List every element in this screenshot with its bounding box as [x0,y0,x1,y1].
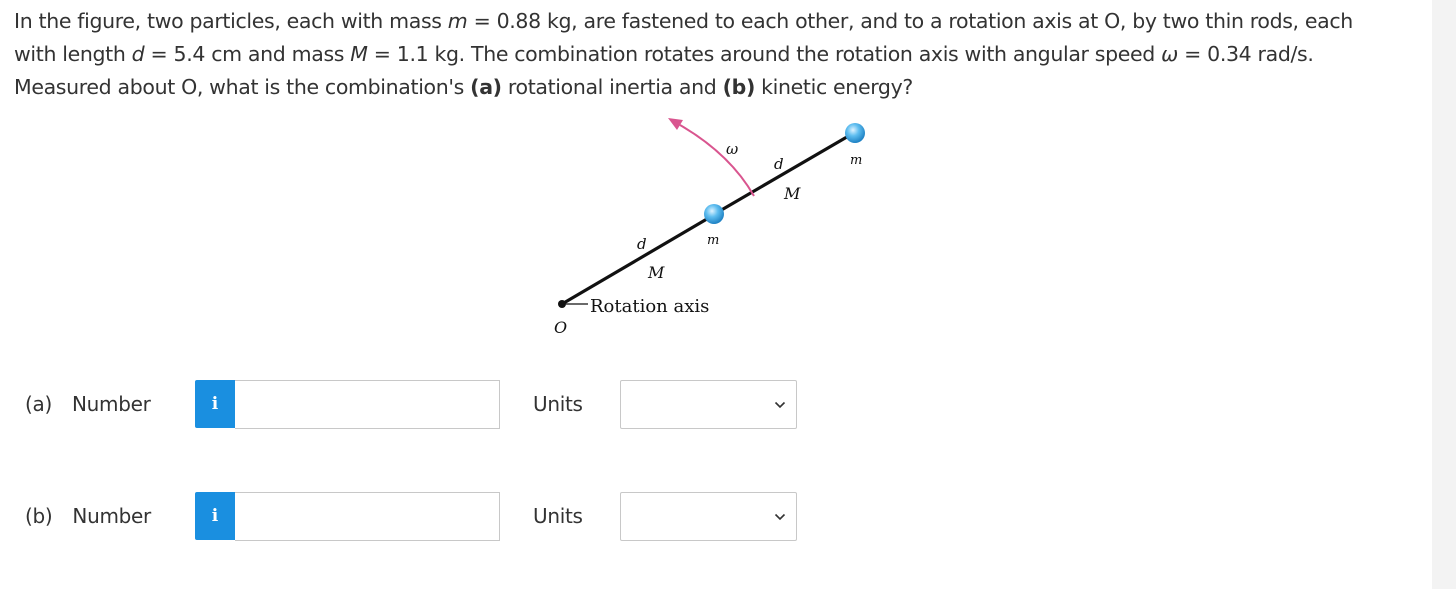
number-input-a[interactable] [235,380,500,429]
inner-m-label: m [707,233,719,248]
units-label-b: Units [533,504,583,528]
chevron-down-icon [774,513,786,521]
answer-row-a: (a) Number i Units [0,380,1000,430]
part-b-label: (b) Number [25,504,151,528]
number-input-b[interactable] [235,492,500,541]
outer-particle [845,123,865,143]
units-select-b[interactable] [620,492,797,541]
inner-particle [704,204,724,224]
rotating-rods-figure: ω d M m d M m Rotation axis O [540,110,890,345]
rotation-axis-label: Rotation axis [590,296,709,317]
answer-row-b: (b) Number i Units [0,492,1000,542]
omega-arc [679,124,755,197]
info-icon[interactable]: i [195,492,235,540]
chevron-down-icon [774,401,786,409]
inner-rod [561,214,713,306]
omega-label: ω [726,140,738,158]
origin-label: O [554,318,567,337]
outer-d-label: d [774,155,784,173]
inner-M-label: M [647,263,665,282]
info-icon[interactable]: i [195,380,235,428]
inner-d-label: d [637,235,647,253]
outer-m-label: m [850,153,862,168]
page-scroll-gutter [1432,0,1456,589]
outer-M-label: M [783,184,801,203]
units-label-a: Units [533,392,583,416]
origin-dot [558,300,566,308]
part-a-label: (a) Number [25,392,151,416]
question-text: In the figure, two particles, each with … [14,9,1353,99]
units-select-a[interactable] [620,380,797,429]
omega-arrowhead [668,118,683,130]
